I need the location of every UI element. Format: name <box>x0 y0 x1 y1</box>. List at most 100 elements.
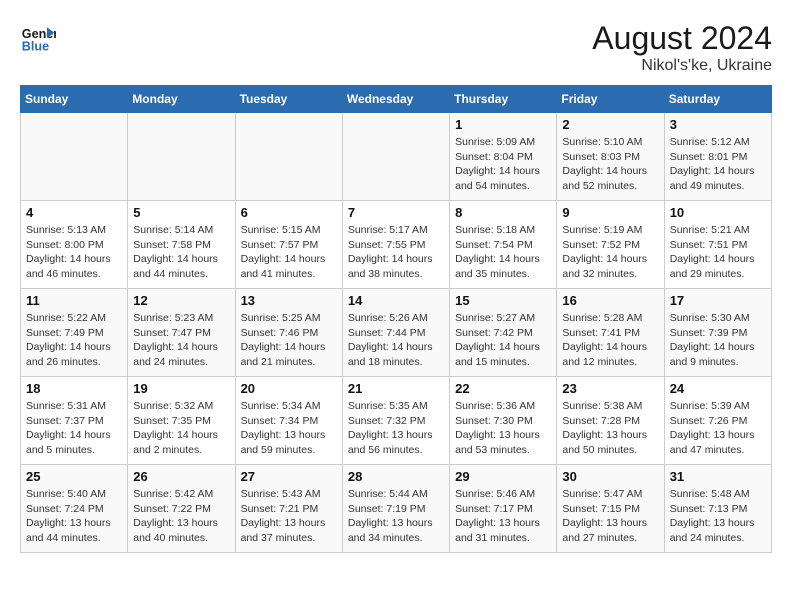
day-number: 26 <box>133 469 229 484</box>
day-info: Sunrise: 5:15 AM Sunset: 7:57 PM Dayligh… <box>241 223 337 282</box>
day-number: 9 <box>562 205 658 220</box>
calendar-cell: 10 Sunrise: 5:21 AM Sunset: 7:51 PM Dayli… <box>664 201 771 289</box>
day-number: 6 <box>241 205 337 220</box>
calendar-cell: 23Sunrise: 5:38 AM Sunset: 7:28 PM Dayli… <box>557 377 664 465</box>
day-number: 14 <box>348 293 444 308</box>
day-info: Sunrise: 5:30 AM Sunset: 7:39 PM Dayligh… <box>670 311 766 370</box>
day-number: 27 <box>241 469 337 484</box>
calendar-cell: 20 Sunrise: 5:34 AM Sunset: 7:34 PM Dayli… <box>235 377 342 465</box>
calendar-cell: 8 Sunrise: 5:18 AM Sunset: 7:54 PM Daylig… <box>450 201 557 289</box>
day-info: Sunrise: 5:44 AM Sunset: 7:19 PM Dayligh… <box>348 487 444 546</box>
day-info: Sunrise: 5:18 AM Sunset: 7:54 PM Dayligh… <box>455 223 551 282</box>
day-number: 4 <box>26 205 122 220</box>
day-info: Sunrise: 5:42 AM Sunset: 7:22 PM Dayligh… <box>133 487 229 546</box>
calendar-table: SundayMondayTuesdayWednesdayThursdayFrid… <box>20 85 772 553</box>
day-info: Sunrise: 5:32 AM Sunset: 7:35 PM Dayligh… <box>133 399 229 458</box>
weekday-header-friday: Friday <box>557 86 664 113</box>
weekday-header-row: SundayMondayTuesdayWednesdayThursdayFrid… <box>21 86 772 113</box>
logo-icon: General Blue <box>20 20 56 56</box>
weekday-header-tuesday: Tuesday <box>235 86 342 113</box>
day-info: Sunrise: 5:09 AM Sunset: 8:04 PM Dayligh… <box>455 135 551 194</box>
day-number: 20 <box>241 381 337 396</box>
day-info: Sunrise: 5:23 AM Sunset: 7:47 PM Dayligh… <box>133 311 229 370</box>
day-number: 28 <box>348 469 444 484</box>
day-info: Sunrise: 5:35 AM Sunset: 7:32 PM Dayligh… <box>348 399 444 458</box>
day-number: 15 <box>455 293 551 308</box>
day-number: 11 <box>26 293 122 308</box>
calendar-cell: 24 Sunrise: 5:39 AM Sunset: 7:26 PM Dayli… <box>664 377 771 465</box>
calendar-cell: 30 Sunrise: 5:47 AM Sunset: 7:15 PM Dayli… <box>557 465 664 553</box>
calendar-cell: 5Sunrise: 5:14 AM Sunset: 7:58 PM Daylig… <box>128 201 235 289</box>
weekday-header-saturday: Saturday <box>664 86 771 113</box>
day-info: Sunrise: 5:43 AM Sunset: 7:21 PM Dayligh… <box>241 487 337 546</box>
calendar-week-4: 18 Sunrise: 5:31 AM Sunset: 7:37 PM Dayli… <box>21 377 772 465</box>
calendar-cell: 26 Sunrise: 5:42 AM Sunset: 7:22 PM Dayli… <box>128 465 235 553</box>
day-number: 19 <box>133 381 229 396</box>
calendar-week-2: 4 Sunrise: 5:13 AM Sunset: 8:00 PM Daylig… <box>21 201 772 289</box>
calendar-cell: 28 Sunrise: 5:44 AM Sunset: 7:19 PM Dayli… <box>342 465 449 553</box>
day-info: Sunrise: 5:34 AM Sunset: 7:34 PM Dayligh… <box>241 399 337 458</box>
day-number: 8 <box>455 205 551 220</box>
calendar-cell: 15Sunrise: 5:27 AM Sunset: 7:42 PM Dayli… <box>450 289 557 377</box>
day-number: 16 <box>562 293 658 308</box>
month-year: August 2024 <box>592 20 772 57</box>
day-info: Sunrise: 5:10 AM Sunset: 8:03 PM Dayligh… <box>562 135 658 194</box>
day-number: 12 <box>133 293 229 308</box>
day-info: Sunrise: 5:13 AM Sunset: 8:00 PM Dayligh… <box>26 223 122 282</box>
calendar-cell: 2 Sunrise: 5:10 AM Sunset: 8:03 PM Daylig… <box>557 113 664 201</box>
calendar-cell <box>128 113 235 201</box>
weekday-header-wednesday: Wednesday <box>342 86 449 113</box>
calendar-week-1: 1Sunrise: 5:09 AM Sunset: 8:04 PM Daylig… <box>21 113 772 201</box>
calendar-cell: 6 Sunrise: 5:15 AM Sunset: 7:57 PM Daylig… <box>235 201 342 289</box>
calendar-cell: 22Sunrise: 5:36 AM Sunset: 7:30 PM Dayli… <box>450 377 557 465</box>
day-info: Sunrise: 5:14 AM Sunset: 7:58 PM Dayligh… <box>133 223 229 282</box>
day-info: Sunrise: 5:17 AM Sunset: 7:55 PM Dayligh… <box>348 223 444 282</box>
day-number: 30 <box>562 469 658 484</box>
day-number: 10 <box>670 205 766 220</box>
calendar-cell <box>342 113 449 201</box>
day-info: Sunrise: 5:31 AM Sunset: 7:37 PM Dayligh… <box>26 399 122 458</box>
day-info: Sunrise: 5:25 AM Sunset: 7:46 PM Dayligh… <box>241 311 337 370</box>
day-info: Sunrise: 5:22 AM Sunset: 7:49 PM Dayligh… <box>26 311 122 370</box>
calendar-cell: 31 Sunrise: 5:48 AM Sunset: 7:13 PM Dayli… <box>664 465 771 553</box>
day-number: 31 <box>670 469 766 484</box>
calendar-cell: 13Sunrise: 5:25 AM Sunset: 7:46 PM Dayli… <box>235 289 342 377</box>
day-info: Sunrise: 5:19 AM Sunset: 7:52 PM Dayligh… <box>562 223 658 282</box>
day-info: Sunrise: 5:48 AM Sunset: 7:13 PM Dayligh… <box>670 487 766 546</box>
calendar-cell: 12 Sunrise: 5:23 AM Sunset: 7:47 PM Dayli… <box>128 289 235 377</box>
svg-text:Blue: Blue <box>22 40 49 54</box>
weekday-header-sunday: Sunday <box>21 86 128 113</box>
calendar-cell: 3Sunrise: 5:12 AM Sunset: 8:01 PM Daylig… <box>664 113 771 201</box>
calendar-cell: 25Sunrise: 5:40 AM Sunset: 7:24 PM Dayli… <box>21 465 128 553</box>
calendar-cell: 9 Sunrise: 5:19 AM Sunset: 7:52 PM Daylig… <box>557 201 664 289</box>
day-info: Sunrise: 5:28 AM Sunset: 7:41 PM Dayligh… <box>562 311 658 370</box>
calendar-cell: 19 Sunrise: 5:32 AM Sunset: 7:35 PM Dayli… <box>128 377 235 465</box>
day-number: 17 <box>670 293 766 308</box>
calendar-cell: 27 Sunrise: 5:43 AM Sunset: 7:21 PM Dayli… <box>235 465 342 553</box>
calendar-cell <box>235 113 342 201</box>
day-number: 24 <box>670 381 766 396</box>
calendar-cell: 16 Sunrise: 5:28 AM Sunset: 7:41 PM Dayli… <box>557 289 664 377</box>
day-number: 25 <box>26 469 122 484</box>
calendar-week-5: 25Sunrise: 5:40 AM Sunset: 7:24 PM Dayli… <box>21 465 772 553</box>
calendar-cell: 1Sunrise: 5:09 AM Sunset: 8:04 PM Daylig… <box>450 113 557 201</box>
calendar-cell: 18 Sunrise: 5:31 AM Sunset: 7:37 PM Dayli… <box>21 377 128 465</box>
title-block: August 2024 Nikol's'ke, Ukraine <box>592 20 772 75</box>
logo: General Blue <box>20 20 56 56</box>
calendar-cell: 29Sunrise: 5:46 AM Sunset: 7:17 PM Dayli… <box>450 465 557 553</box>
day-info: Sunrise: 5:39 AM Sunset: 7:26 PM Dayligh… <box>670 399 766 458</box>
day-number: 2 <box>562 117 658 132</box>
calendar-cell: 11 Sunrise: 5:22 AM Sunset: 7:49 PM Dayli… <box>21 289 128 377</box>
day-info: Sunrise: 5:47 AM Sunset: 7:15 PM Dayligh… <box>562 487 658 546</box>
day-number: 7 <box>348 205 444 220</box>
calendar-cell <box>21 113 128 201</box>
weekday-header-thursday: Thursday <box>450 86 557 113</box>
day-number: 23 <box>562 381 658 396</box>
day-number: 22 <box>455 381 551 396</box>
calendar-cell: 4 Sunrise: 5:13 AM Sunset: 8:00 PM Daylig… <box>21 201 128 289</box>
calendar-cell: 7 Sunrise: 5:17 AM Sunset: 7:55 PM Daylig… <box>342 201 449 289</box>
day-info: Sunrise: 5:12 AM Sunset: 8:01 PM Dayligh… <box>670 135 766 194</box>
weekday-header-monday: Monday <box>128 86 235 113</box>
day-info: Sunrise: 5:21 AM Sunset: 7:51 PM Dayligh… <box>670 223 766 282</box>
day-number: 18 <box>26 381 122 396</box>
